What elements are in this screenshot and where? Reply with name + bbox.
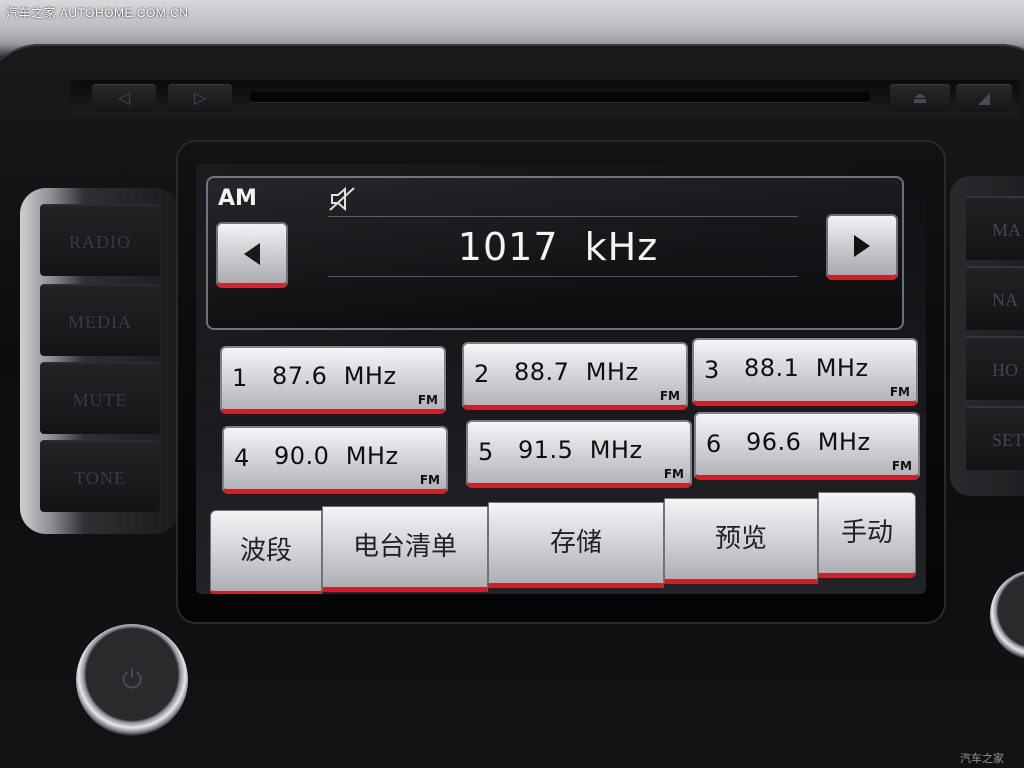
track-back-hard-button[interactable]: ◁ [92, 84, 156, 112]
preset-band: FM [419, 473, 440, 487]
frequency-readout: 1017 kHz [457, 225, 659, 269]
band-label: AM [218, 186, 257, 211]
preset-frequency: 91.5 MHz [518, 436, 643, 464]
preset-frequency: 88.7 MHz [514, 358, 639, 386]
preset-frequency: 96.6 MHz [746, 428, 871, 456]
preset-button-3[interactable]: 3 88.1 MHz FM [692, 338, 918, 406]
seek-forward-button[interactable] [826, 214, 898, 280]
preset-number: 2 [474, 360, 490, 388]
triangle-right-icon [854, 234, 870, 257]
power-icon: ⏻ [121, 665, 143, 695]
station-list-button[interactable]: 电台清单 [322, 506, 488, 592]
manual-button[interactable]: 手动 [818, 492, 916, 578]
band-button[interactable]: 波段 [210, 510, 322, 594]
preset-band: FM [659, 389, 680, 403]
mute-hard-button[interactable]: MUTE [40, 362, 160, 434]
preset-number: 1 [232, 364, 248, 392]
preset-frequency: 88.1 MHz [744, 354, 869, 382]
nav-hard-button[interactable]: NA [966, 266, 1024, 330]
touch-screen: AM 1017 kHz 1 87.6 MHz FM 2 88.7 MHz FM … [196, 164, 926, 594]
preset-button-4[interactable]: 4 90.0 MHz FM [222, 426, 448, 494]
preset-button-1[interactable]: 1 87.6 MHz FM [220, 346, 446, 414]
preset-number: 5 [478, 438, 494, 466]
speaker-muted-icon [328, 184, 358, 214]
frequency-divider-bottom [328, 276, 798, 277]
preset-number: 4 [234, 444, 250, 472]
tuner-panel: AM 1017 kHz [206, 176, 904, 330]
radio-hard-button[interactable]: RADIO [40, 204, 160, 276]
preset-number: 3 [704, 356, 720, 384]
watermark-bottom: 汽车之家 [960, 753, 1004, 765]
voice-hard-button[interactable]: ◢ [956, 84, 1012, 112]
preset-band: FM [889, 385, 910, 399]
head-unit-photo: 汽车之家 AUTOHOME.COM.CN ◁ ▷ ⏏ ◢ RADIO MEDIA… [0, 0, 1024, 768]
preset-frequency: 90.0 MHz [274, 442, 399, 470]
home-hard-button[interactable]: HO [966, 336, 1024, 400]
track-forward-hard-button[interactable]: ▷ [168, 84, 232, 112]
cd-slot [250, 92, 870, 102]
eject-hard-button[interactable]: ⏏ [890, 84, 950, 112]
setup-hard-button[interactable]: SET [966, 406, 1024, 470]
preview-button[interactable]: 预览 [664, 498, 818, 584]
seek-back-button[interactable] [216, 222, 288, 288]
map-hard-button[interactable]: MA [966, 196, 1024, 260]
bottom-menu-bar: 波段 电台清单 存储 预览 手动 [210, 492, 922, 594]
preset-band: FM [891, 459, 912, 473]
preset-button-2[interactable]: 2 88.7 MHz FM [462, 342, 688, 410]
preset-button-5[interactable]: 5 91.5 MHz FM [466, 420, 692, 488]
watermark-top: 汽车之家 AUTOHOME.COM.CN [6, 6, 189, 20]
preset-band: FM [663, 467, 684, 481]
store-button[interactable]: 存储 [488, 502, 664, 588]
preset-band: FM [417, 393, 438, 407]
preset-number: 6 [706, 430, 722, 458]
triangle-left-icon [244, 242, 260, 265]
media-hard-button[interactable]: MEDIA [40, 284, 160, 356]
frequency-divider-top [328, 216, 798, 217]
tone-hard-button[interactable]: TONE [40, 440, 160, 512]
preset-button-6[interactable]: 6 96.6 MHz FM [694, 412, 920, 480]
preset-frequency: 87.6 MHz [272, 362, 397, 390]
